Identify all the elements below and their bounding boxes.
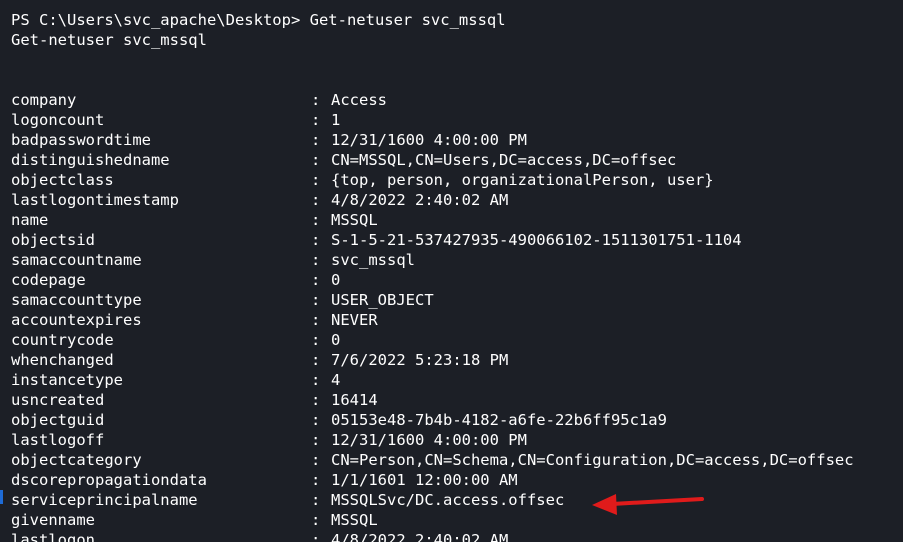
property-key: whenchanged bbox=[11, 351, 114, 369]
property-value: USER_OBJECT bbox=[331, 291, 434, 309]
property-value: 4/8/2022 2:40:02 AM bbox=[331, 531, 509, 542]
property-key: samaccountname bbox=[11, 251, 142, 269]
property-separator: : bbox=[311, 431, 321, 449]
property-value: S-1-5-21-537427935-490066102-1511301751-… bbox=[331, 231, 742, 249]
property-value: 1/1/1601 12:00:00 AM bbox=[331, 471, 518, 489]
property-separator: : bbox=[311, 391, 321, 409]
property-separator: : bbox=[311, 171, 321, 189]
property-value: 12/31/1600 4:00:00 PM bbox=[331, 131, 527, 149]
prompt-line: PS C:\Users\svc_apache\Desktop> Get-netu… bbox=[11, 11, 506, 29]
property-value: MSSQL bbox=[331, 211, 378, 229]
property-value: 7/6/2022 5:23:18 PM bbox=[331, 351, 509, 369]
property-separator: : bbox=[311, 291, 321, 309]
property-separator: : bbox=[311, 451, 321, 469]
property-separator: : bbox=[311, 271, 321, 289]
property-separator: : bbox=[311, 151, 321, 169]
property-value: CN=MSSQL,CN=Users,DC=access,DC=offsec bbox=[331, 151, 677, 169]
property-separator: : bbox=[311, 371, 321, 389]
terminal-window[interactable]: PS C:\Users\svc_apache\Desktop> Get-netu… bbox=[0, 0, 903, 542]
property-separator: : bbox=[311, 131, 321, 149]
property-key: codepage bbox=[11, 271, 86, 289]
property-value: 12/31/1600 4:00:00 PM bbox=[331, 431, 527, 449]
property-key: countrycode bbox=[11, 331, 114, 349]
property-value: Access bbox=[331, 91, 387, 109]
property-separator: : bbox=[311, 471, 321, 489]
property-value: svc_mssql bbox=[331, 251, 415, 269]
property-key: accountexpires bbox=[11, 311, 142, 329]
property-value: CN=Person,CN=Schema,CN=Configuration,DC=… bbox=[331, 451, 854, 469]
property-separator: : bbox=[311, 111, 321, 129]
property-value: 4/8/2022 2:40:02 AM bbox=[331, 191, 509, 209]
property-key: name bbox=[11, 211, 49, 229]
property-value: 1 bbox=[331, 111, 341, 129]
scroll-marker bbox=[0, 490, 3, 504]
property-key: serviceprincipalname bbox=[11, 491, 198, 509]
property-value: 16414 bbox=[331, 391, 378, 409]
property-separator: : bbox=[311, 311, 321, 329]
property-separator: : bbox=[311, 191, 321, 209]
property-key: lastlogoff bbox=[11, 431, 105, 449]
property-key: company bbox=[11, 91, 77, 109]
property-separator: : bbox=[311, 251, 321, 269]
property-key: objectclass bbox=[11, 171, 114, 189]
property-separator: : bbox=[311, 91, 321, 109]
red-arrow-icon bbox=[592, 494, 704, 515]
property-value: 05153e48-7b4b-4182-a6fe-22b6ff95c1a9 bbox=[331, 411, 667, 429]
property-key: lastlogontimestamp bbox=[11, 191, 179, 209]
property-separator: : bbox=[311, 351, 321, 369]
property-separator: : bbox=[311, 511, 321, 529]
property-key: dscorepropagationdata bbox=[11, 471, 207, 489]
property-value: 0 bbox=[331, 271, 341, 289]
echo-line: Get-netuser svc_mssql bbox=[11, 31, 207, 49]
property-separator: : bbox=[311, 211, 321, 229]
property-key: distinguishedname bbox=[11, 151, 170, 169]
property-key: samaccounttype bbox=[11, 291, 142, 309]
property-key: objectcategory bbox=[11, 451, 142, 469]
property-value: NEVER bbox=[331, 311, 378, 329]
property-separator: : bbox=[311, 411, 321, 429]
property-value: 4 bbox=[331, 371, 341, 389]
property-value: MSSQLSvc/DC.access.offsec bbox=[331, 491, 565, 509]
property-separator: : bbox=[311, 331, 321, 349]
property-key: lastlogon bbox=[11, 531, 95, 542]
property-value: MSSQL bbox=[331, 511, 378, 529]
property-key: objectsid bbox=[11, 231, 95, 249]
property-separator: : bbox=[311, 491, 321, 509]
property-key: givenname bbox=[11, 511, 95, 529]
property-separator: : bbox=[311, 531, 321, 542]
property-key: badpasswordtime bbox=[11, 131, 151, 149]
property-separator: : bbox=[311, 231, 321, 249]
property-value: 0 bbox=[331, 331, 341, 349]
property-key: logoncount bbox=[11, 111, 105, 129]
property-key: instancetype bbox=[11, 371, 123, 389]
property-value: {top, person, organizationalPerson, user… bbox=[331, 171, 714, 189]
property-key: usncreated bbox=[11, 391, 105, 409]
property-key: objectguid bbox=[11, 411, 105, 429]
